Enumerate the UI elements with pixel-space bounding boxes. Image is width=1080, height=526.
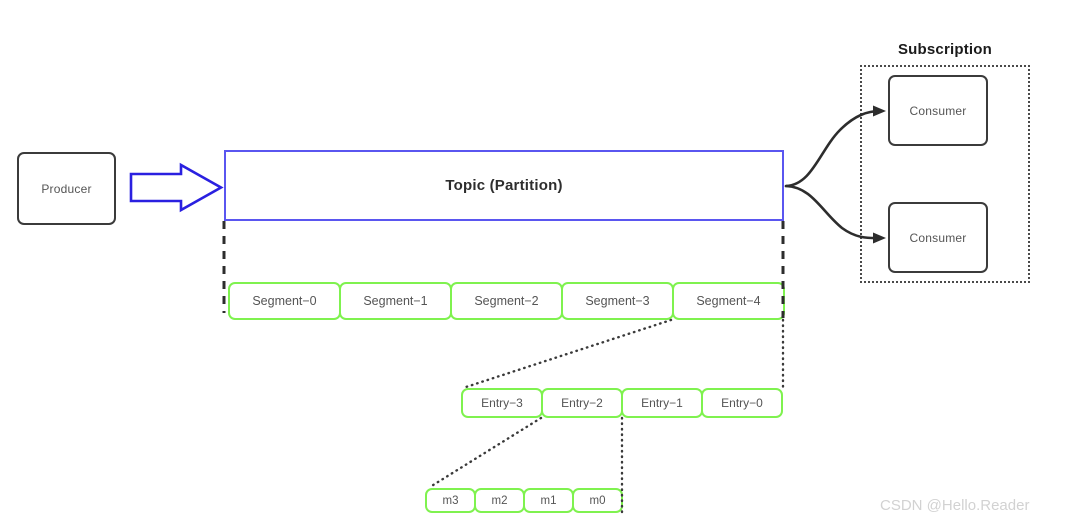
producer-label: Producer [41,181,92,196]
topic-partition-label: Topic (Partition) [445,177,563,194]
producer-box: Producer [17,152,116,225]
message-label-m2: m2 [491,494,508,507]
segment-label-1: Segment−1 [363,294,428,308]
watermark-text: CSDN @Hello.Reader [880,497,1030,514]
segment-cell-1: Segment−1 [339,282,452,320]
segment-label-4: Segment−4 [696,294,761,308]
entry-cell-3: Entry−3 [461,388,543,418]
entry-label-2: Entry−2 [561,396,603,410]
consumer-box-2: Consumer [888,202,988,273]
consumer-label-1: Consumer [909,103,967,118]
segment-cell-0: Segment−0 [228,282,341,320]
subscription-title: Subscription [897,41,993,58]
message-row: m3 m2 m1 m0 [425,488,623,513]
entry-cell-0: Entry−0 [701,388,783,418]
segment-label-2: Segment−2 [474,294,539,308]
segment-label-0: Segment−0 [252,294,317,308]
entry-label-3: Entry−3 [481,396,523,410]
segment-cell-2: Segment−2 [450,282,563,320]
message-label-m0: m0 [589,494,606,507]
entry-label-1: Entry−1 [641,396,683,410]
entry-row: Entry−3 Entry−2 Entry−1 Entry−0 [461,388,783,418]
segment-cell-4: Segment−4 [672,282,785,320]
consumer-box-1: Consumer [888,75,988,146]
consumer-label-2: Consumer [909,230,967,245]
entry-label-0: Entry−0 [721,396,763,410]
message-cell-m3: m3 [425,488,476,513]
entry-cell-2: Entry−2 [541,388,623,418]
diagram-canvas: Producer Topic (Partition) Subscription … [0,0,1080,526]
message-label-m3: m3 [442,494,459,507]
message-label-m1: m1 [540,494,557,507]
segment-cell-3: Segment−3 [561,282,674,320]
entry3-to-message-left-connector [428,416,543,489]
topic-partition-box: Topic (Partition) [224,150,784,221]
entry-cell-1: Entry−1 [621,388,703,418]
message-cell-m0: m0 [572,488,623,513]
producer-to-topic-arrow [129,162,224,213]
message-cell-m1: m1 [523,488,574,513]
segment-row: Segment−0 Segment−1 Segment−2 Segment−3 … [228,282,785,320]
segment-label-3: Segment−3 [585,294,650,308]
message-cell-m2: m2 [474,488,525,513]
segment4-to-entry-left-connector [464,318,673,389]
